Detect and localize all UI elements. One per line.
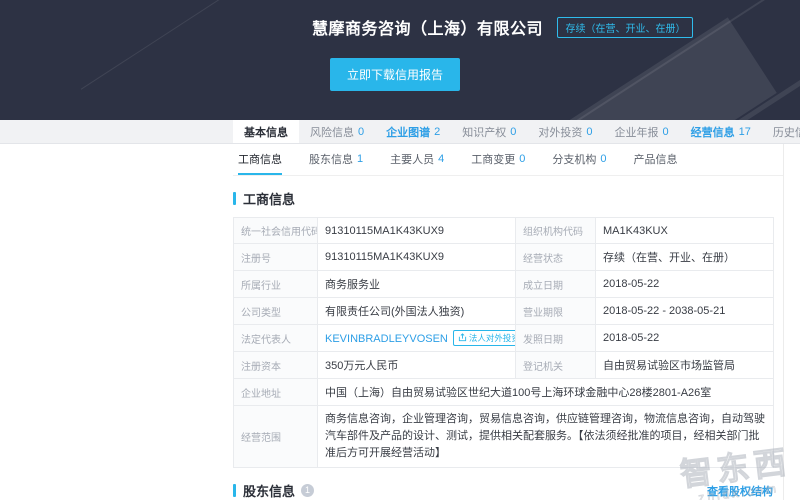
table-row: 注册资本 350万元人民币 登记机关 自由贸易试验区市场监管局 <box>234 352 774 379</box>
download-credit-report-button[interactable]: 立即下载信用报告 <box>330 58 460 91</box>
table-row: 企业地址 中国（上海）自由贸易试验区世纪大道100号上海环球金融中心28楼280… <box>234 379 774 406</box>
subtab-shareholder-info[interactable]: 股东信息1 <box>309 144 363 175</box>
table-row: 公司类型 有限责任公司(外国法人独资) 营业期限 2018-05-22 - 20… <box>234 298 774 325</box>
subtab-key-personnel[interactable]: 主要人员4 <box>390 144 444 175</box>
business-info-title: 工商信息 <box>243 189 295 208</box>
tab-operation-info[interactable]: 经营信息17 <box>680 120 762 143</box>
view-equity-structure-link[interactable]: 查看股权结构 <box>707 483 773 499</box>
main-tab-bar: 基本信息 风险信息0 企业图谱2 知识产权0 对外投资0 企业年报0 经营信息1… <box>0 120 800 144</box>
legal-rep-investment-badge[interactable]: 法人对外投资 <box>453 330 516 346</box>
table-row: 经营范围 商务信息咨询，企业管理咨询，贸易信息咨询，供应链管理咨询，物流信息咨询… <box>234 406 774 468</box>
business-info-table: 统一社会信用代码 91310115MA1K43KUX9 组织机构代码 MA1K4… <box>233 217 774 468</box>
business-info-section-header: 工商信息 <box>233 189 773 208</box>
tab-history-info[interactable]: 历史信息0 VIP <box>762 120 800 143</box>
shareholder-info-title: 股东信息 <box>243 481 295 500</box>
main-content: 工商信息 统一社会信用代码 91310115MA1K43KUX9 组织机构代码 … <box>0 189 800 500</box>
right-panel-divider <box>783 144 784 500</box>
sub-tab-bar: 工商信息 股东信息1 主要人员4 工商变更0 分支机构0 产品信息 <box>233 144 783 176</box>
section-accent-bar <box>233 192 236 205</box>
table-row: 法定代表人 KEVINBRADLEYVOSEN法人对外投资 发照日期 2018-… <box>234 325 774 352</box>
subtab-branches[interactable]: 分支机构0 <box>552 144 606 175</box>
shareholder-section-header: 股东信息 1 查看股权结构 <box>233 481 773 500</box>
legal-representative-link[interactable]: KEVINBRADLEYVOSEN <box>325 333 448 345</box>
table-row: 注册号 91310115MA1K43KUX9 经营状态 存续（在营、开业、在册） <box>234 244 774 271</box>
subtab-registration-changes[interactable]: 工商变更0 <box>471 144 525 175</box>
tab-intellectual-property[interactable]: 知识产权0 <box>451 120 527 143</box>
external-investment-icon <box>458 333 467 342</box>
tab-risk-info[interactable]: 风险信息0 <box>299 120 375 143</box>
company-status-badge: 存续（在营、开业、在册） <box>557 17 693 38</box>
tab-outbound-investment[interactable]: 对外投资0 <box>527 120 603 143</box>
page-header: 慧摩商务咨询（上海）有限公司 存续（在营、开业、在册） 立即下载信用报告 <box>0 0 800 120</box>
shareholder-count-badge: 1 <box>301 484 314 497</box>
company-name: 慧摩商务咨询（上海）有限公司 <box>312 15 543 39</box>
table-row: 所属行业 商务服务业 成立日期 2018-05-22 <box>234 271 774 298</box>
subtab-product-info[interactable]: 产品信息 <box>634 144 678 175</box>
tab-basic-info[interactable]: 基本信息 <box>233 120 299 143</box>
tab-annual-report[interactable]: 企业年报0 <box>604 120 680 143</box>
tab-company-graph[interactable]: 企业图谱2 <box>375 120 451 143</box>
section-accent-bar <box>233 484 236 497</box>
table-row: 统一社会信用代码 91310115MA1K43KUX9 组织机构代码 MA1K4… <box>234 218 774 244</box>
subtab-registration-info[interactable]: 工商信息 <box>238 144 282 175</box>
